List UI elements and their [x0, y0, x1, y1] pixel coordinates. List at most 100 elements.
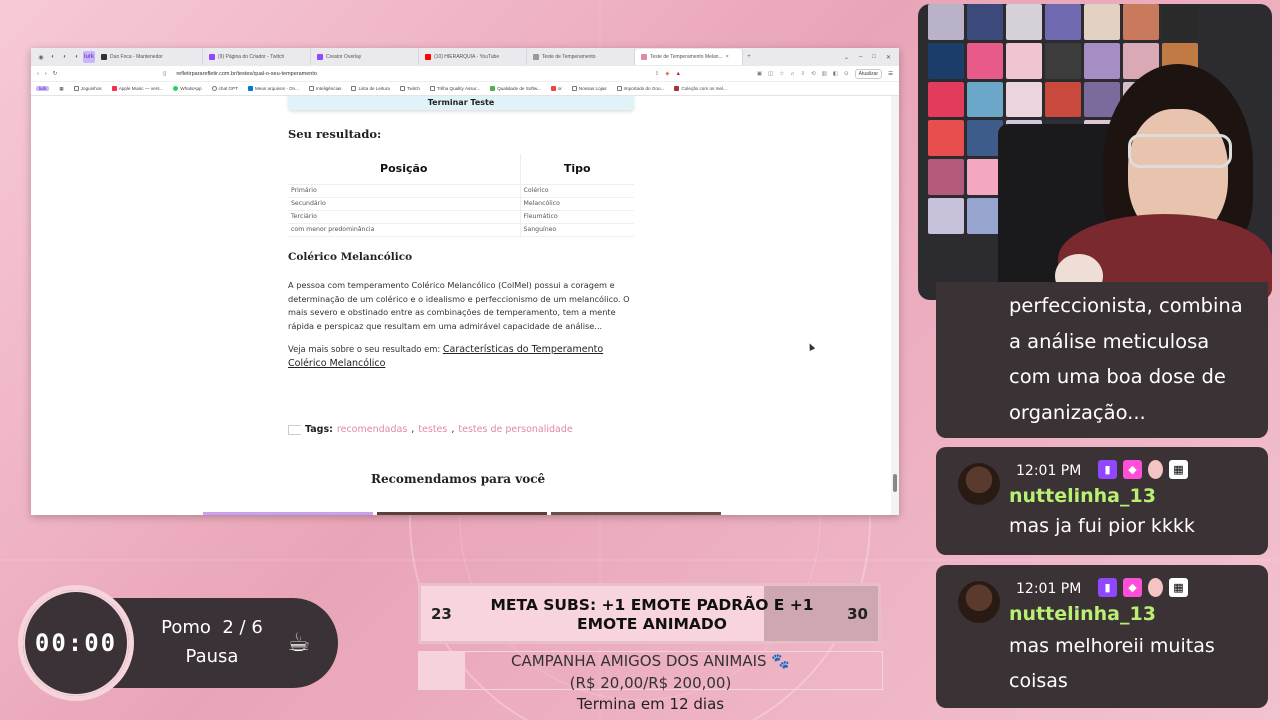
thumbnail[interactable]: [551, 512, 721, 515]
lurk-pinned-tab[interactable]: lurk: [83, 51, 95, 63]
bookmark-item[interactable]: or: [550, 86, 562, 91]
tab-creator-overlay[interactable]: Creator Overlay: [311, 49, 419, 65]
tab-youtube[interactable]: (10) HIERARQUIA - YouTube: [419, 49, 527, 65]
url-field[interactable]: refletirpararefletir.com.br/testes/qual-…: [176, 71, 648, 77]
sidebar-icon[interactable]: ▥: [822, 71, 827, 77]
tag-icon: [288, 424, 301, 435]
bookmark-item[interactable]: Qualidade de Softw...: [490, 86, 541, 91]
tags-label: Tags:: [305, 424, 333, 435]
twitch-favicon: [209, 54, 215, 60]
folder-icon: [308, 86, 314, 91]
update-button[interactable]: Atualizar: [854, 68, 883, 79]
bookmarks-bar: lurk ▦ Joguinhos Apple Music — vers... W…: [31, 82, 899, 96]
forward-icon[interactable]: ›: [45, 71, 47, 77]
table-header: Posição: [288, 154, 521, 185]
bookmark-item[interactable]: Trilha Quality Assur...: [429, 86, 480, 91]
site-favicon: [641, 54, 647, 60]
tags-row: Tags: recomendadas, testes, testes de pe…: [288, 424, 573, 435]
bookmark-folder[interactable]: Inteligências: [308, 86, 341, 91]
bookmark-folder[interactable]: Twitch: [399, 86, 420, 91]
chat-username[interactable]: nuttelinha_13: [1009, 485, 1156, 507]
tab-duo-foca[interactable]: Duo Foca - Mantenedor: [95, 49, 203, 65]
campaign-deadline: Termina em 12 dias: [576, 695, 725, 713]
close-icon[interactable]: ✕: [886, 54, 891, 61]
close-tab-icon[interactable]: ×: [726, 54, 729, 60]
bookmark-icon[interactable]: ▯: [163, 71, 166, 77]
vpn-icon[interactable]: ⊙: [844, 71, 849, 77]
brave-shield-icon[interactable]: ◈: [665, 71, 669, 77]
minimize-icon[interactable]: –: [859, 54, 862, 61]
rewards-icon[interactable]: ▲: [675, 71, 680, 77]
page-content: Terminar Teste Seu resultado: Posição Ti…: [31, 96, 899, 515]
table-row: Terciário Fleumático: [288, 210, 634, 224]
history-icon[interactable]: ⟲: [811, 71, 816, 77]
page-scrollbar[interactable]: [891, 96, 899, 515]
bookmark-folder[interactable]: Importado do Goo...: [616, 86, 664, 91]
folder-icon: [571, 86, 577, 91]
coffee-icon: ☕: [287, 628, 311, 658]
message-time: 12:01 PM: [1016, 463, 1082, 479]
screenshot-icon[interactable]: ◫: [768, 71, 773, 77]
browser-window: ◉ ◐ ◐ ◐ lurk Duo Foca - Mantenedor (9) P…: [31, 48, 899, 515]
bookmark-item[interactable]: chat GPT: [211, 86, 238, 91]
bookmark-star-icon[interactable]: ☆: [779, 71, 784, 77]
share-icon[interactable]: ⇪: [655, 71, 660, 77]
twitch-favicon: [317, 54, 323, 60]
tab-teste-melancolico[interactable]: Teste de Temperamento Melan... ×: [635, 49, 743, 65]
tag-link[interactable]: testes: [418, 424, 447, 435]
bookmark-item[interactable]: WhatsApp: [173, 86, 202, 91]
bookmark-item[interactable]: Apple Music — vers...: [111, 86, 163, 91]
mute-icon[interactable]: ◐: [47, 51, 59, 63]
thumbnail[interactable]: [203, 512, 373, 515]
folder-icon: [351, 86, 357, 91]
glasses: [1128, 134, 1232, 168]
chat-message: 12:01 PM ▮ ◆ ▦ nuttelinha_13 mas melhore…: [936, 565, 1268, 708]
tag-link[interactable]: recomendadas: [337, 424, 407, 435]
pomodoro-state: Pausa: [185, 646, 239, 667]
chat-username[interactable]: nuttelinha_13: [1009, 603, 1156, 625]
browser-menu-icon[interactable]: ◉: [35, 51, 47, 63]
tab-teste-temperamento[interactable]: Teste de Temperamento: [527, 49, 635, 65]
scroll-thumb[interactable]: [893, 474, 897, 492]
qr-badge-icon: ▦: [1169, 460, 1188, 479]
avatar: [958, 463, 1000, 505]
maximize-icon[interactable]: □: [872, 54, 876, 61]
page-icon: [550, 86, 556, 91]
apps-icon[interactable]: ▦: [59, 86, 63, 92]
chevron-down-icon[interactable]: ⌄: [844, 54, 849, 61]
tab-twitch-creator[interactable]: (9) Página do Criador - Twitch: [203, 49, 311, 65]
mute-icon[interactable]: ◐: [59, 51, 71, 63]
campaign-title: CAMPANHA AMIGOS DOS ANIMAIS 🐾: [510, 652, 791, 670]
menu-icon[interactable]: ☰: [888, 71, 893, 77]
table-header: Tipo: [520, 154, 634, 185]
mute-icon[interactable]: ◐: [71, 51, 83, 63]
reload-icon[interactable]: ↻: [53, 71, 58, 77]
finish-test-button[interactable]: Terminar Teste: [288, 96, 634, 110]
address-bar: ‹ › ↻ ▯ refletirpararefletir.com.br/test…: [31, 66, 899, 82]
egg-icon: [1148, 578, 1163, 597]
result-heading: Seu resultado:: [288, 127, 382, 141]
pomodoro-timer: 00:00: [18, 585, 134, 701]
bookmark-item[interactable]: Coleção com os mel...: [674, 86, 727, 91]
extensions-icon[interactable]: ▣: [757, 71, 762, 77]
chat-message-text: mas ja fui pior kkkk: [1009, 515, 1195, 537]
bookmark-lurk[interactable]: lurk: [36, 86, 50, 91]
recommend-thumbnails: [203, 512, 721, 515]
temperament-title: Colérico Melancólico: [288, 251, 413, 263]
bookmark-folder[interactable]: Lista de Leitura: [351, 86, 390, 91]
music-icon[interactable]: ♫: [790, 71, 794, 77]
bookmark-folder[interactable]: Joguinhos: [73, 86, 102, 91]
tag-link[interactable]: testes de personalidade: [458, 424, 572, 435]
wallet-icon[interactable]: ◧: [833, 71, 838, 77]
chat-badges: ▮ ◆ ▦: [1098, 578, 1188, 597]
page-icon: [490, 86, 496, 91]
downloads-icon[interactable]: ⇩: [800, 71, 805, 77]
back-icon[interactable]: ‹: [37, 71, 39, 77]
chat-message: 12:01 PM ▮ ◆ ▦ nuttelinha_13 mas ja fui …: [936, 447, 1268, 555]
thumbnail[interactable]: [377, 512, 547, 515]
bookmark-item[interactable]: Meus arquivos - On...: [248, 86, 299, 91]
egg-icon: [1148, 460, 1163, 479]
message-time: 12:01 PM: [1016, 581, 1082, 597]
bookmark-folder[interactable]: Nossas Lojas: [571, 86, 607, 91]
new-tab-icon[interactable]: +: [743, 51, 755, 63]
